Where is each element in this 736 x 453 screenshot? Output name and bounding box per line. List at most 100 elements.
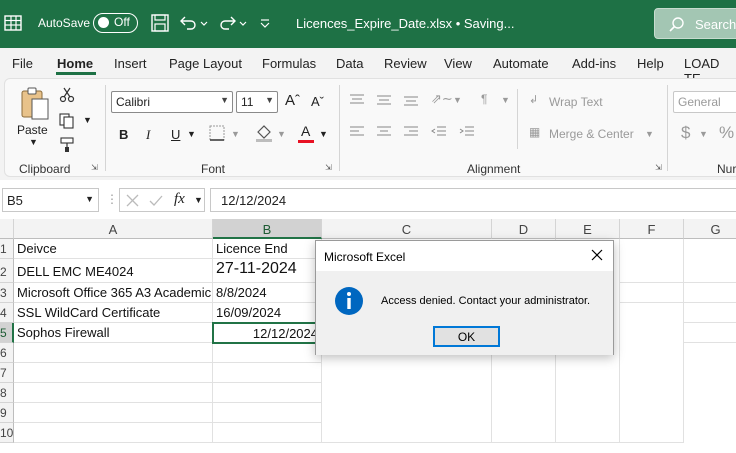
orientation-icon[interactable]: ⇗∼ [431,91,453,107]
ok-button[interactable]: OK [433,326,500,347]
enter-icon[interactable] [149,194,163,207]
grid-cell[interactable] [213,343,322,363]
italic-button[interactable]: I [146,127,150,143]
grid-cell[interactable] [684,303,736,323]
currency-button[interactable]: $ [681,123,690,143]
paste-label[interactable]: Paste [17,123,48,137]
fill-color-icon[interactable] [255,123,273,143]
undo-icon[interactable] [178,13,198,33]
grid-cell[interactable] [684,259,736,283]
tab-automate[interactable]: Automate [493,56,549,71]
cell-a4[interactable]: SSL WildCard Certificate [14,303,213,323]
grid-cell[interactable] [620,283,684,303]
grid-cell[interactable] [14,423,213,443]
insert-function-icon[interactable]: fx [174,191,185,208]
font-size-combo[interactable]: 11 ▼ [236,91,278,113]
grid-cell[interactable] [213,403,322,423]
fill-color-dropdown-icon[interactable]: ▼ [277,129,286,139]
number-format-combo[interactable]: General [673,91,736,113]
clipboard-launcher-icon[interactable]: ⇲ [91,163,98,172]
tab-formulas[interactable]: Formulas [262,56,316,71]
column-header-d[interactable]: D [492,219,556,239]
align-center-icon[interactable] [376,125,392,139]
grid-cell[interactable] [14,343,213,363]
grid-cell[interactable] [684,323,736,343]
cell-a1[interactable]: Deivce [14,239,213,259]
redo-dropdown-icon[interactable] [238,13,248,33]
cell-b1[interactable]: Licence End [213,239,322,259]
cell-a5[interactable]: Sophos Firewall [14,323,213,343]
grid-cell[interactable] [14,363,213,383]
select-all-corner[interactable] [0,219,14,239]
font-color-dropdown-icon[interactable]: ▼ [319,129,328,139]
tab-file[interactable]: File [12,56,33,71]
merge-center-icon[interactable]: ▦ [529,125,540,139]
decrease-font-icon[interactable]: Aˇ [311,94,324,109]
copy-icon[interactable] [59,113,75,129]
increase-font-icon[interactable]: Aˆ [285,92,300,109]
align-top-icon[interactable] [349,93,365,107]
row-header-10[interactable]: 10 [0,423,14,443]
cell-b4[interactable]: 16/09/2024 [213,303,322,323]
column-header-e[interactable]: E [556,219,620,239]
grid-cell[interactable] [213,383,322,403]
row-header-5[interactable]: 5 [0,323,14,343]
orientation-dropdown-icon[interactable]: ▼ [453,95,462,105]
row-header-3[interactable]: 3 [0,283,14,303]
row-header-2[interactable]: 2 [0,259,14,283]
tab-review[interactable]: Review [384,56,427,71]
font-name-combo[interactable]: Calibri ▼ [111,91,233,113]
row-header-7[interactable]: 7 [0,363,14,383]
align-left-icon[interactable] [349,125,365,139]
row-header-6[interactable]: 6 [0,343,14,363]
align-bottom-icon[interactable] [403,93,419,107]
column-header-f[interactable]: F [620,219,684,239]
cell-a3[interactable]: Microsoft Office 365 A3 Academic [14,283,213,303]
align-middle-icon[interactable] [376,93,392,107]
wrap-text-button[interactable]: Wrap Text [549,95,603,109]
grid-cell[interactable] [14,383,213,403]
underline-dropdown-icon[interactable]: ▼ [187,129,196,139]
wrap-text-icon[interactable]: ↲ [529,93,538,106]
paragraph-dropdown-icon[interactable]: ▼ [501,95,510,105]
format-painter-icon[interactable] [59,137,77,153]
bold-button[interactable]: B [119,127,128,142]
grid-cell[interactable] [322,343,492,443]
customize-toolbar-icon[interactable] [258,13,272,33]
currency-dropdown-icon[interactable]: ▼ [699,129,708,139]
grid-cell[interactable] [213,363,322,383]
paste-icon[interactable] [17,85,53,123]
tab-data[interactable]: Data [336,56,363,71]
cell-b2[interactable]: 27-11-2024 [213,259,322,283]
function-dropdown-icon[interactable]: ▼ [194,195,203,205]
column-header-a[interactable]: A [14,219,213,239]
grid-cell[interactable] [213,423,322,443]
cell-a2[interactable]: DELL EMC ME4024 [14,259,213,283]
row-header-8[interactable]: 8 [0,383,14,403]
cut-icon[interactable] [59,87,75,103]
column-header-b[interactable]: B [213,219,322,239]
grid-cell[interactable] [14,403,213,423]
redo-icon[interactable] [218,13,238,33]
underline-button[interactable]: U [171,127,180,142]
grid-cell[interactable] [684,283,736,303]
percent-button[interactable]: % [719,123,734,143]
tab-help[interactable]: Help [637,56,664,71]
tab-home[interactable]: Home [57,56,93,71]
grid-cell[interactable] [620,259,684,283]
alignment-launcher-icon[interactable]: ⇲ [655,163,662,172]
decrease-indent-icon[interactable] [431,125,447,139]
autosave-toggle[interactable]: Off [93,13,138,33]
tab-add-ins[interactable]: Add-ins [572,56,616,71]
close-icon[interactable] [589,247,605,263]
name-box[interactable]: B5 ▼ [2,188,99,212]
cancel-icon[interactable] [126,194,139,207]
font-color-icon[interactable]: A [301,123,310,139]
borders-icon[interactable] [209,125,225,141]
merge-center-button[interactable]: Merge & Center [549,127,634,141]
formula-input[interactable]: 12/12/2024 [210,188,736,212]
cell-b3[interactable]: 8/8/2024 [213,283,322,303]
save-icon[interactable] [150,13,170,33]
row-header-9[interactable]: 9 [0,403,14,423]
paragraph-icon[interactable]: ¶ [481,92,487,106]
